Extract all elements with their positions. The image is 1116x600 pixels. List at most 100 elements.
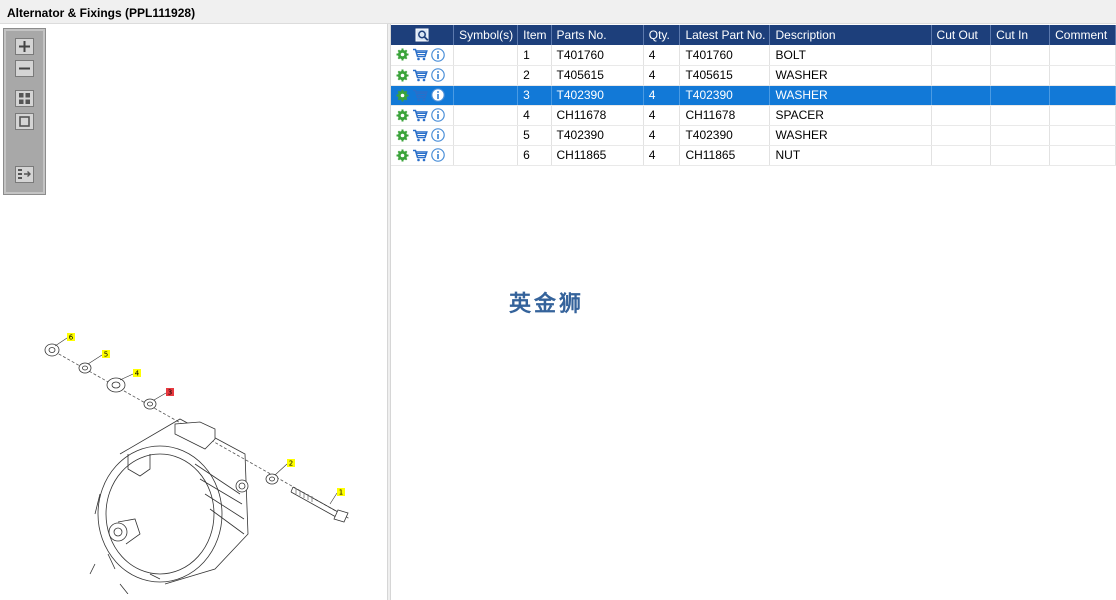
cart-icon[interactable] [412, 69, 428, 82]
symbols-cell [453, 85, 519, 106]
square-icon [19, 116, 30, 127]
column-header-parts-no[interactable]: Parts No. [551, 25, 644, 45]
magnifier-icon [415, 28, 429, 42]
cut-in-cell [990, 145, 1051, 166]
minus-icon [19, 67, 30, 70]
cart-icon[interactable] [412, 149, 428, 162]
cart-icon[interactable] [412, 89, 428, 102]
gear-icon[interactable] [396, 149, 409, 162]
item-cell: 5 [517, 125, 552, 146]
callout-6[interactable]: 6 [67, 333, 75, 342]
column-header-comment[interactable]: Comment [1049, 25, 1116, 45]
table-row[interactable]: 2 T405615 4 T405615 WASHER [391, 65, 1116, 86]
info-icon[interactable] [431, 128, 445, 142]
cart-icon[interactable] [412, 109, 428, 122]
cut-in-cell [990, 125, 1051, 146]
table-row[interactable]: 1 T401760 4 T401760 BOLT [391, 45, 1116, 66]
latest-part-no-cell: T402390 [679, 85, 771, 106]
gear-icon[interactable] [396, 69, 409, 82]
symbols-cell [453, 145, 519, 166]
row-actions-cell [391, 145, 455, 166]
column-header-item[interactable]: Item [517, 25, 552, 45]
watermark: 英金狮 [509, 292, 585, 317]
table-row[interactable]: 4 CH11678 4 CH11678 SPACER [391, 105, 1116, 126]
column-header-cut-out[interactable]: Cut Out [931, 25, 992, 45]
comment-cell [1049, 125, 1116, 146]
table-row[interactable]: 3 T402390 4 T402390 WASHER [391, 85, 1116, 106]
symbols-cell [453, 45, 519, 66]
column-header-qty[interactable]: Qty. [643, 25, 681, 45]
comment-cell [1049, 105, 1116, 126]
parts-no-cell: T405615 [551, 65, 644, 86]
info-icon[interactable] [431, 108, 445, 122]
column-header-cut-in[interactable]: Cut In [990, 25, 1051, 45]
comment-cell [1049, 45, 1116, 66]
latest-part-no-cell: CH11678 [679, 105, 771, 126]
column-header-description[interactable]: Description [769, 25, 932, 45]
callout-5[interactable]: 5 [102, 350, 110, 359]
gear-icon[interactable] [396, 109, 409, 122]
column-header-symbols[interactable]: Symbol(s) [453, 25, 519, 45]
info-icon[interactable] [431, 47, 445, 62]
callout-2[interactable]: 2 [287, 459, 295, 468]
item-cell: 3 [517, 85, 552, 106]
qty-cell: 4 [643, 85, 681, 106]
column-header-tools[interactable] [391, 25, 455, 45]
cut-in-cell [990, 65, 1051, 86]
svg-text:5: 5 [104, 351, 108, 359]
cart-icon[interactable] [412, 48, 428, 61]
window-title: Alternator & Fixings (PPL111928) [7, 6, 196, 20]
qty-cell: 4 [643, 45, 681, 66]
callout-3[interactable]: 3 [166, 388, 174, 397]
cut-out-cell [931, 45, 992, 66]
parts-no-cell: CH11678 [551, 105, 644, 126]
gear-icon[interactable] [396, 89, 409, 102]
gear-icon[interactable] [396, 129, 409, 142]
description-cell: SPACER [769, 105, 932, 126]
info-icon[interactable] [431, 88, 445, 102]
info-icon[interactable] [431, 148, 445, 162]
table-row[interactable]: 6 CH11865 4 CH11865 NUT [391, 145, 1116, 166]
latest-part-no-cell: CH11865 [679, 145, 771, 166]
exploded-parts-diagram: 6 5 4 3 2 1 [44, 333, 351, 594]
callout-4[interactable]: 4 [133, 369, 141, 378]
zoom-out-button[interactable] [15, 60, 34, 77]
cut-out-cell [931, 65, 992, 86]
qty-cell: 4 [643, 125, 681, 146]
cut-out-cell [931, 105, 992, 126]
callout-1[interactable]: 1 [337, 488, 345, 497]
parts-no-cell: T402390 [551, 85, 644, 106]
latest-part-no-cell: T401760 [679, 45, 771, 66]
column-header-latest-part-no[interactable]: Latest Part No. [679, 25, 771, 45]
item-cell: 4 [517, 105, 552, 126]
info-icon[interactable] [431, 68, 445, 82]
symbols-cell [453, 65, 519, 86]
svg-text:6: 6 [69, 334, 74, 342]
description-cell: WASHER [769, 65, 932, 86]
row-actions-cell [391, 125, 455, 146]
row-actions-cell [391, 45, 455, 66]
item-cell: 6 [517, 145, 552, 166]
export-button[interactable] [15, 166, 34, 183]
latest-part-no-cell: T402390 [679, 125, 771, 146]
table-row[interactable]: 5 T402390 4 T402390 WASHER [391, 125, 1116, 146]
grid-icon [19, 93, 30, 104]
row-actions-cell [391, 65, 455, 86]
comment-cell [1049, 85, 1116, 106]
illustration-pane[interactable]: 6 5 4 3 2 1 [0, 24, 387, 600]
actual-size-button[interactable] [15, 113, 34, 130]
list-arrow-icon [18, 169, 31, 179]
cart-icon[interactable] [412, 129, 428, 142]
gear-icon[interactable] [396, 48, 409, 61]
cut-in-cell [990, 105, 1051, 126]
cut-in-cell [990, 85, 1051, 106]
qty-cell: 4 [643, 65, 681, 86]
parts-no-cell: T402390 [551, 125, 644, 146]
cut-out-cell [931, 85, 992, 106]
symbols-cell [453, 105, 519, 126]
latest-part-no-cell: T405615 [679, 65, 771, 86]
comment-cell [1049, 65, 1116, 86]
fit-all-button[interactable] [15, 90, 34, 107]
description-cell: NUT [769, 145, 932, 166]
zoom-in-button[interactable] [15, 38, 34, 55]
